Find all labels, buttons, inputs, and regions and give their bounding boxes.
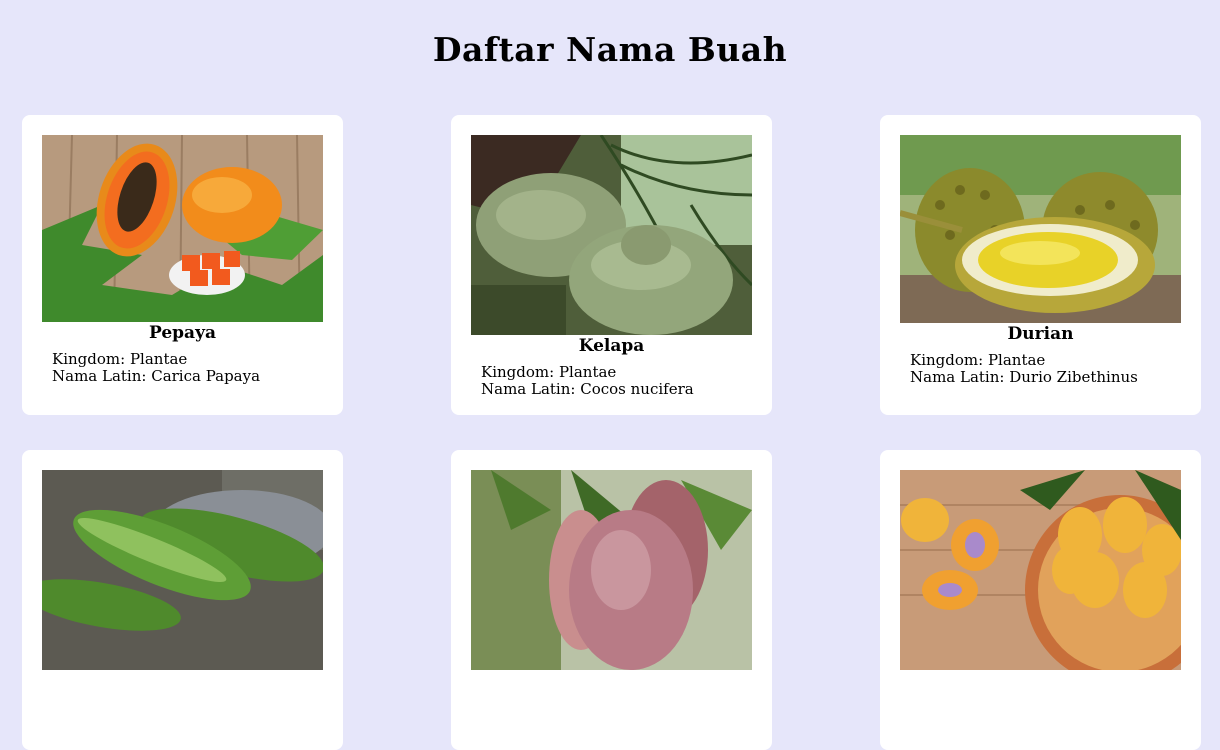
latin-name-value: Carica Papaya [151, 367, 261, 385]
latin-name-line: Nama Latin: Carica Papaya [52, 367, 261, 385]
fruit-info: Kingdom: Plantae Nama Latin: Cocos nucif… [481, 364, 694, 398]
papaya-photo [42, 135, 323, 322]
latin-name-value: Durio Zibethinus [1009, 368, 1138, 386]
fruit-card-6 [880, 450, 1201, 750]
fruit-card-4 [22, 450, 343, 750]
kingdom-line: Kingdom: Plantae [910, 351, 1046, 369]
kingdom-value: Plantae [558, 363, 617, 381]
marian-plum-photo [900, 470, 1181, 670]
fruit-card-durian: Durian Kingdom: Plantae Nama Latin: Duri… [880, 115, 1201, 415]
coconut-photo [471, 135, 752, 335]
kingdom-value: Plantae [987, 351, 1046, 369]
mango-photo [471, 470, 752, 670]
fruit-name: Kelapa [578, 336, 645, 356]
page-title: Daftar Nama Buah [432, 30, 788, 69]
fruit-info: Kingdom: Plantae Nama Latin: Carica Papa… [52, 351, 260, 385]
fruit-card-kelapa: Kelapa Kingdom: Plantae Nama Latin: Coco… [451, 115, 772, 415]
fruit-name: Durian [1007, 324, 1074, 344]
kingdom-value: Plantae [129, 350, 188, 368]
fruit-info: Kingdom: Plantae Nama Latin: Durio Zibet… [910, 352, 1138, 386]
durian-photo [900, 135, 1181, 323]
fruit-card-5 [451, 450, 772, 750]
latin-name-line: Nama Latin: Cocos nucifera [481, 380, 694, 398]
fruit-name: Pepaya [149, 323, 216, 343]
fruit-card-pepaya: Pepaya Kingdom: Plantae Nama Latin: Cari… [22, 115, 343, 415]
latin-name-value: Cocos nucifera [580, 380, 694, 398]
kingdom-line: Kingdom: Plantae [52, 350, 188, 368]
cucumber-photo [42, 470, 323, 670]
latin-name-line: Nama Latin: Durio Zibethinus [910, 368, 1138, 386]
kingdom-line: Kingdom: Plantae [481, 363, 617, 381]
